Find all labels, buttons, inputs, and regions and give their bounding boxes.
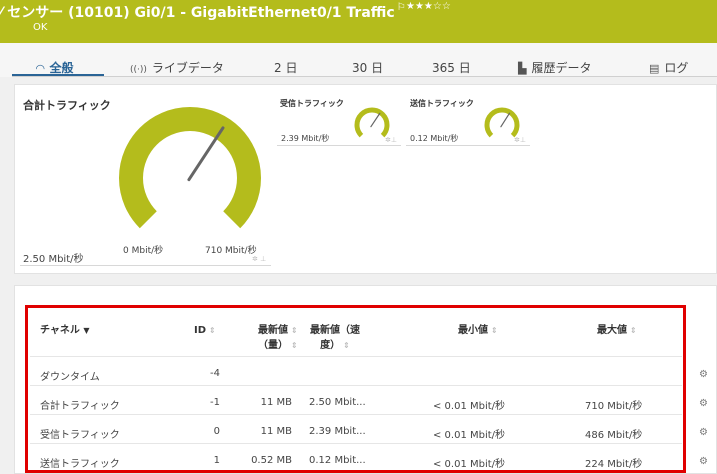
channel-settings-icon[interactable]: ⚙ [699,398,708,409]
total-gauge-max-label: 710 Mbit/秒 [205,246,257,256]
channel-settings-icon[interactable]: ⚙ [699,427,708,438]
total-traffic-value: 2.50 Mbit/秒 [23,254,84,265]
channel-settings-icon[interactable]: ⚙ [699,369,708,380]
rx-traffic-title: 受信トラフィック [280,99,344,108]
rx-gauge-needle [370,112,381,128]
total-gauge-underline [20,265,271,266]
tx-gauge-arc [484,107,520,138]
total-gauge-needle [187,126,225,182]
tx-gauge-underline [406,145,530,146]
rx-gauge-settings-icon[interactable]: ✲⊥ [385,136,397,144]
gauge-settings-icon[interactable]: ✲ ⊥ [252,255,266,263]
rx-gauge-arc [354,107,390,138]
highlight-box [25,305,686,473]
rx-traffic-value: 2.39 Mbit/秒 [281,134,330,143]
tx-gauge-needle [500,112,511,128]
channel-settings-icon[interactable]: ⚙ [699,456,708,467]
total-gauge-arc [119,107,261,229]
total-gauge-min-label: 0 Mbit/秒 [123,246,164,256]
tx-traffic-value: 0.12 Mbit/秒 [410,134,459,143]
rx-gauge-underline [277,145,401,146]
tx-gauge-settings-icon[interactable]: ✲⊥ [514,136,526,144]
tx-traffic-title: 送信トラフィック [410,99,474,108]
